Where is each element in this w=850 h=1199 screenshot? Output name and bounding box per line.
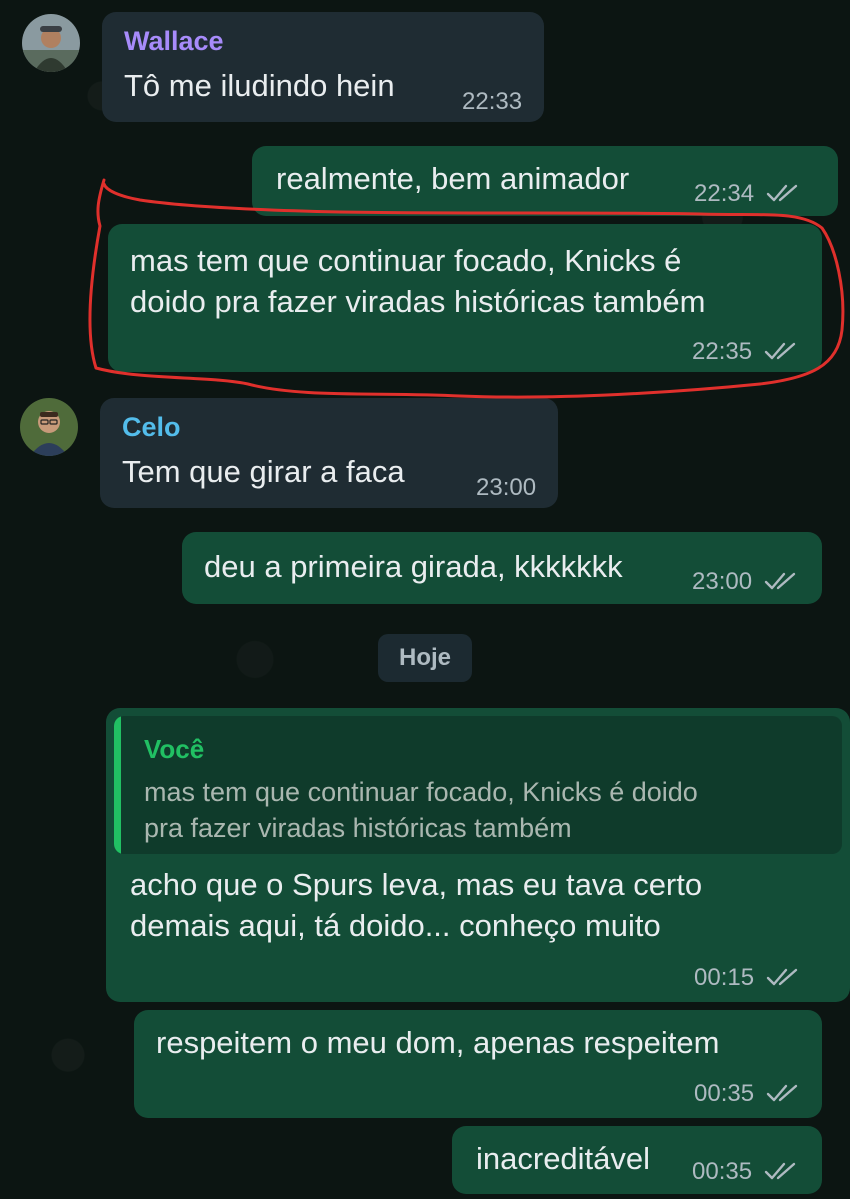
- message-text: deu a primeira girada, kkkkkkk: [204, 549, 623, 584]
- message-time: 22:35: [692, 338, 753, 365]
- quote-bar: [114, 716, 121, 854]
- quote-text-line-2: pra fazer viradas históricas também: [144, 813, 572, 843]
- message-time: 23:00: [476, 474, 537, 501]
- message-text-line-2: doido pra fazer viradas históricas també…: [130, 284, 706, 319]
- sender-name: Celo: [122, 412, 181, 442]
- avatar-celo-image: [20, 398, 78, 456]
- double-check-icon: [766, 1084, 798, 1102]
- message-time: 22:33: [462, 88, 523, 115]
- day-separator: Hoje: [378, 634, 472, 682]
- quote-text-line-1: mas tem que continuar focado, Knicks é d…: [144, 777, 698, 807]
- avatar-celo[interactable]: [20, 398, 78, 456]
- message-time: 00:15: [694, 964, 755, 991]
- message-bubble-outgoing[interactable]: respeitem o meu dom, apenas respeitem 00…: [134, 1010, 822, 1118]
- message-text: inacreditável: [476, 1141, 651, 1176]
- message-text: Tô me iludindo hein: [124, 68, 395, 103]
- message-bubble-outgoing[interactable]: mas tem que continuar focado, Knicks é d…: [108, 224, 822, 372]
- message-bubble-outgoing[interactable]: inacreditável 00:35: [452, 1126, 822, 1194]
- chat-background: Wallace Tô me iludindo hein 22:33 realme…: [0, 0, 850, 1199]
- message-text: respeitem o meu dom, apenas respeitem: [156, 1025, 720, 1060]
- message-text-line-1: mas tem que continuar focado, Knicks é: [130, 243, 682, 278]
- sender-name: Wallace: [124, 26, 224, 56]
- message-text-line-1: acho que o Spurs leva, mas eu tava certo: [130, 867, 703, 902]
- quote-sender: Você: [144, 734, 205, 764]
- quoted-message[interactable]: Você mas tem que continuar focado, Knick…: [114, 716, 842, 854]
- message-time: 00:35: [694, 1080, 755, 1107]
- message-text: realmente, bem animador: [276, 161, 630, 196]
- double-check-icon: [766, 184, 798, 202]
- avatar-wallace[interactable]: [22, 14, 80, 72]
- message-text-line-2: demais aqui, tá doido... conheço muito: [130, 908, 661, 943]
- double-check-icon: [764, 342, 796, 360]
- message-time: 22:34: [694, 180, 755, 207]
- avatar-wallace-image: [22, 14, 80, 72]
- message-bubble-incoming[interactable]: Wallace Tô me iludindo hein 22:33: [102, 12, 544, 122]
- message-bubble-outgoing[interactable]: deu a primeira girada, kkkkkkk 23:00: [182, 532, 822, 604]
- message-bubble-incoming[interactable]: Celo Tem que girar a faca 23:00: [100, 398, 558, 508]
- double-check-icon: [764, 572, 796, 590]
- double-check-icon: [766, 968, 798, 986]
- message-text: Tem que girar a faca: [122, 454, 405, 489]
- double-check-icon: [764, 1162, 796, 1180]
- message-time: 00:35: [692, 1158, 753, 1185]
- message-time: 23:00: [692, 568, 753, 595]
- message-bubble-outgoing[interactable]: realmente, bem animador 22:34: [252, 146, 838, 216]
